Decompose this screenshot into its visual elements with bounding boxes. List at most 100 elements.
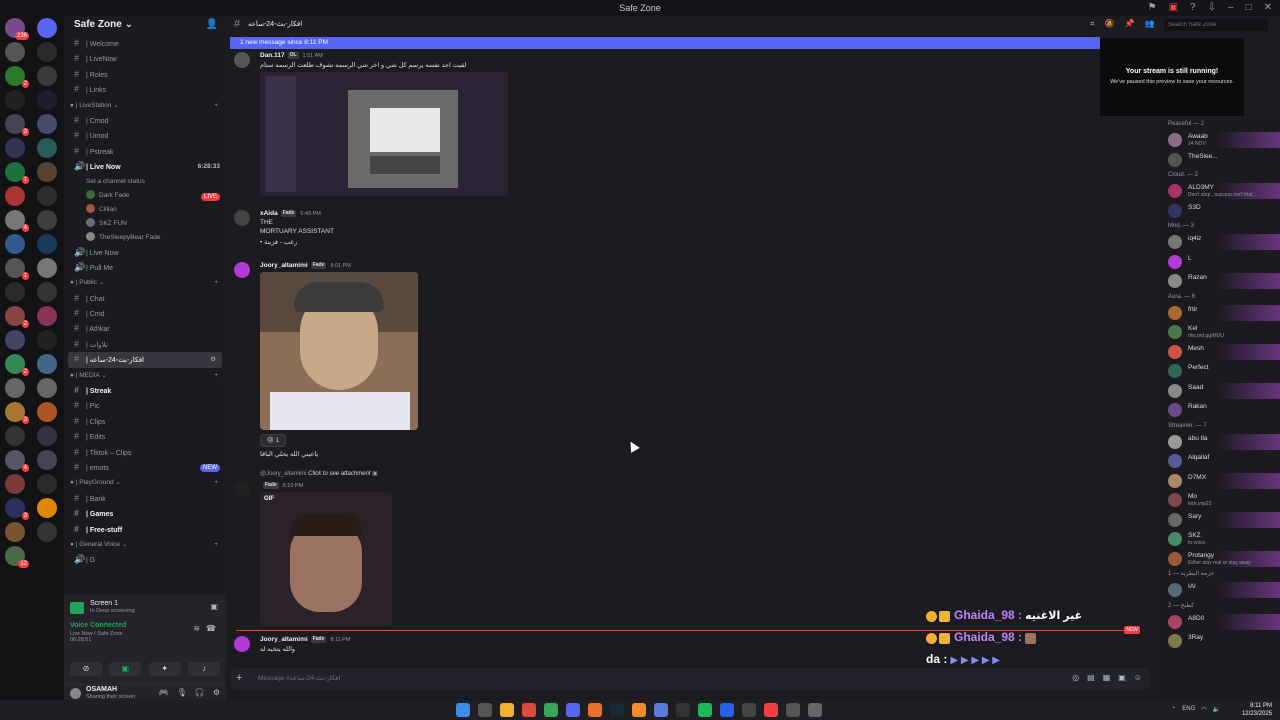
taskbar-clock[interactable]: 8:11 PM 12/23/2025 <box>1242 702 1272 718</box>
reaction[interactable]: 😢 1 <box>260 434 286 447</box>
channel-athkar[interactable]: # | Athkar <box>64 321 226 336</box>
settings-icon[interactable]: ⚙ <box>213 688 220 697</box>
reply-preview[interactable]: @Joory_altamimi Click to see attachment … <box>260 470 378 477</box>
wifi-icon[interactable]: ◠ <box>1201 706 1206 713</box>
activities-button[interactable]: ✦ <box>148 662 181 676</box>
minimize-button[interactable]: – <box>1228 2 1234 13</box>
server-icon[interactable]: 2 <box>5 66 29 88</box>
member-row[interactable]: TheSlee... <box>1160 150 1280 170</box>
channel-pic[interactable]: # | Pic <box>64 398 226 413</box>
pin-icon[interactable]: 📌 <box>1124 19 1134 29</box>
member-row[interactable]: Rakan <box>1160 400 1280 420</box>
channel-pstreak[interactable]: # | Pstreak <box>64 144 226 159</box>
add-channel-icon[interactable]: + <box>214 275 218 290</box>
server-icon[interactable] <box>37 282 57 302</box>
member-row[interactable]: Saad <box>1160 381 1280 401</box>
server-icon[interactable] <box>37 210 57 230</box>
avatar[interactable] <box>234 636 250 652</box>
app-icon[interactable] <box>764 703 778 717</box>
server-icon[interactable]: 2 <box>5 354 29 376</box>
add-channel-icon[interactable]: + <box>214 537 218 552</box>
chrome-icon[interactable] <box>544 703 558 717</box>
server-icon[interactable]: 236 <box>5 18 29 40</box>
server-icon[interactable] <box>37 66 57 86</box>
server-icon[interactable]: 1 <box>5 258 29 280</box>
server-icon[interactable] <box>5 282 25 302</box>
download-icon[interactable]: ⇩ <box>1208 2 1216 13</box>
firefox-icon[interactable] <box>588 703 602 717</box>
popout-icon[interactable]: ▣ <box>210 602 218 611</box>
voice-user[interactable]: TheSleepyBear Fade <box>64 231 226 245</box>
server-icon[interactable] <box>37 474 57 494</box>
member-row[interactable]: iq4iz <box>1160 232 1280 252</box>
emoji-icon[interactable]: ☺ <box>1134 673 1142 682</box>
tray-arrow-icon[interactable]: ⌃ <box>1171 706 1176 713</box>
app-icon[interactable] <box>808 703 822 717</box>
voice-channel-live-now[interactable]: 🔊| Live Now 6:28:33 <box>64 159 226 174</box>
avatar[interactable] <box>234 210 250 226</box>
server-icon[interactable] <box>37 114 57 134</box>
avatar[interactable] <box>234 262 250 278</box>
member-row[interactable]: Mo kick.vvp23 <box>1160 490 1280 510</box>
server-icon[interactable] <box>37 234 57 254</box>
category-playground[interactable]: ● | PlayGround ⌄ + <box>64 475 226 490</box>
app-icon[interactable] <box>676 703 690 717</box>
server-icon[interactable]: 4 <box>5 450 29 472</box>
channel-umod[interactable]: # | Umod <box>64 128 226 143</box>
sticker-icon[interactable]: ▦ <box>1103 673 1111 682</box>
message-image[interactable] <box>260 272 418 430</box>
app-icon[interactable] <box>654 703 668 717</box>
vlc-icon[interactable] <box>632 703 646 717</box>
inbox-icon[interactable]: ⚑ <box>1148 2 1157 13</box>
app-icon[interactable] <box>720 703 734 717</box>
guild-name[interactable]: Safe Zone ⌄ <box>74 19 133 30</box>
member-row[interactable]: 3Ray <box>1160 631 1280 651</box>
app-icon[interactable] <box>742 703 756 717</box>
channel-settings-icon[interactable]: ⚙ <box>210 352 216 367</box>
gif-icon[interactable]: ▤ <box>1087 673 1095 682</box>
member-row[interactable]: D7MX <box>1160 471 1280 491</box>
channel-roles[interactable]: # | Roles <box>64 67 226 82</box>
member-row[interactable]: Awaab 24 NOV <box>1160 130 1280 150</box>
apps-icon[interactable]: ▣ <box>1118 673 1126 682</box>
guild-header[interactable]: Safe Zone ⌄ 👤 <box>64 16 226 34</box>
voice-channel-g[interactable]: 🔊| G <box>64 552 226 567</box>
server-icon[interactable] <box>5 42 25 62</box>
channel-welcome[interactable]: # | Welcome <box>64 36 226 51</box>
channel-chat[interactable]: # | Chat <box>64 291 226 306</box>
server-icon[interactable]: 3 <box>5 114 29 136</box>
language-indicator[interactable]: ENG <box>1182 706 1195 713</box>
message-author[interactable]: xAida Fade 6:43 PM <box>260 210 321 217</box>
channel-links[interactable]: # | Links <box>64 82 226 97</box>
plus-icon[interactable]: + <box>236 672 242 684</box>
category-livestation[interactable]: ● | LiveStation ⌄ + <box>64 98 226 113</box>
channel-clips[interactable]: # | Clips <box>64 414 226 429</box>
server-icon[interactable]: 2 <box>5 306 29 328</box>
avatar[interactable] <box>234 52 250 68</box>
voice-user[interactable]: Dark Fade LIVE <box>64 189 226 203</box>
server-icon[interactable] <box>37 426 57 446</box>
new-messages-bar[interactable]: 1 new message since 8:11 PM <box>230 37 1100 49</box>
channel-streak[interactable]: # | Streak <box>64 383 226 398</box>
channel-cmod[interactable]: # | Cmod <box>64 113 226 128</box>
help-icon[interactable]: ? <box>1190 2 1196 13</box>
channel-tiktok-clips[interactable]: # | Tiktok – Clips <box>64 445 226 460</box>
member-row[interactable]: Alqallaf <box>1160 451 1280 471</box>
screen-share-card[interactable]: Screen 1 In Deep screening ▣ <box>70 600 220 616</box>
server-icon[interactable] <box>37 90 57 110</box>
server-icon[interactable] <box>37 18 57 38</box>
member-row[interactable]: Mesh <box>1160 342 1280 362</box>
channel-active[interactable]: # | افكار-بث-24-ساعه ⚙ <box>68 352 222 368</box>
member-list-icon[interactable]: 👥 <box>1144 19 1154 29</box>
message-author[interactable]: Joory_altamimi Fade 8:01 PM <box>260 262 351 269</box>
app-icon[interactable] <box>786 703 800 717</box>
server-icon[interactable]: 3 <box>5 498 29 520</box>
server-icon[interactable] <box>37 522 57 542</box>
server-icon[interactable] <box>37 186 57 206</box>
server-icon[interactable] <box>5 474 25 494</box>
search-input[interactable] <box>1164 19 1268 31</box>
close-button[interactable]: ✕ <box>1264 2 1272 13</box>
member-row[interactable]: S3D <box>1160 201 1280 221</box>
member-row[interactable]: Sary <box>1160 510 1280 530</box>
server-icon[interactable]: 12 <box>5 546 29 568</box>
